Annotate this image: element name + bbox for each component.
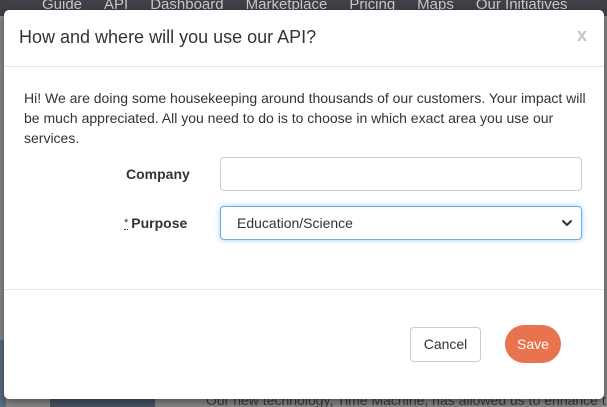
close-icon[interactable]: x (577, 25, 587, 46)
company-label: Company (126, 166, 190, 182)
save-button[interactable]: Save (505, 325, 561, 363)
purpose-select[interactable]: Education/Science (220, 206, 582, 240)
modal-title: How and where will you use our API? (19, 27, 317, 47)
api-usage-modal: How and where will you use our API? x Hi… (4, 10, 604, 399)
required-marker: * (124, 217, 129, 230)
modal-footer: Cancel Save (4, 290, 604, 398)
purpose-label: * Purpose (124, 215, 187, 231)
modal-header: How and where will you use our API? x (4, 10, 604, 67)
cancel-button[interactable]: Cancel (410, 327, 481, 362)
company-field[interactable] (220, 157, 582, 191)
chevron-down-icon (562, 220, 572, 226)
modal-body: Hi! We are doing some housekeeping aroun… (4, 67, 604, 290)
intro-text: Hi! We are doing some housekeeping aroun… (24, 90, 586, 146)
purpose-label-text: Purpose (131, 215, 188, 231)
purpose-selected-value: Education/Science (237, 215, 353, 231)
